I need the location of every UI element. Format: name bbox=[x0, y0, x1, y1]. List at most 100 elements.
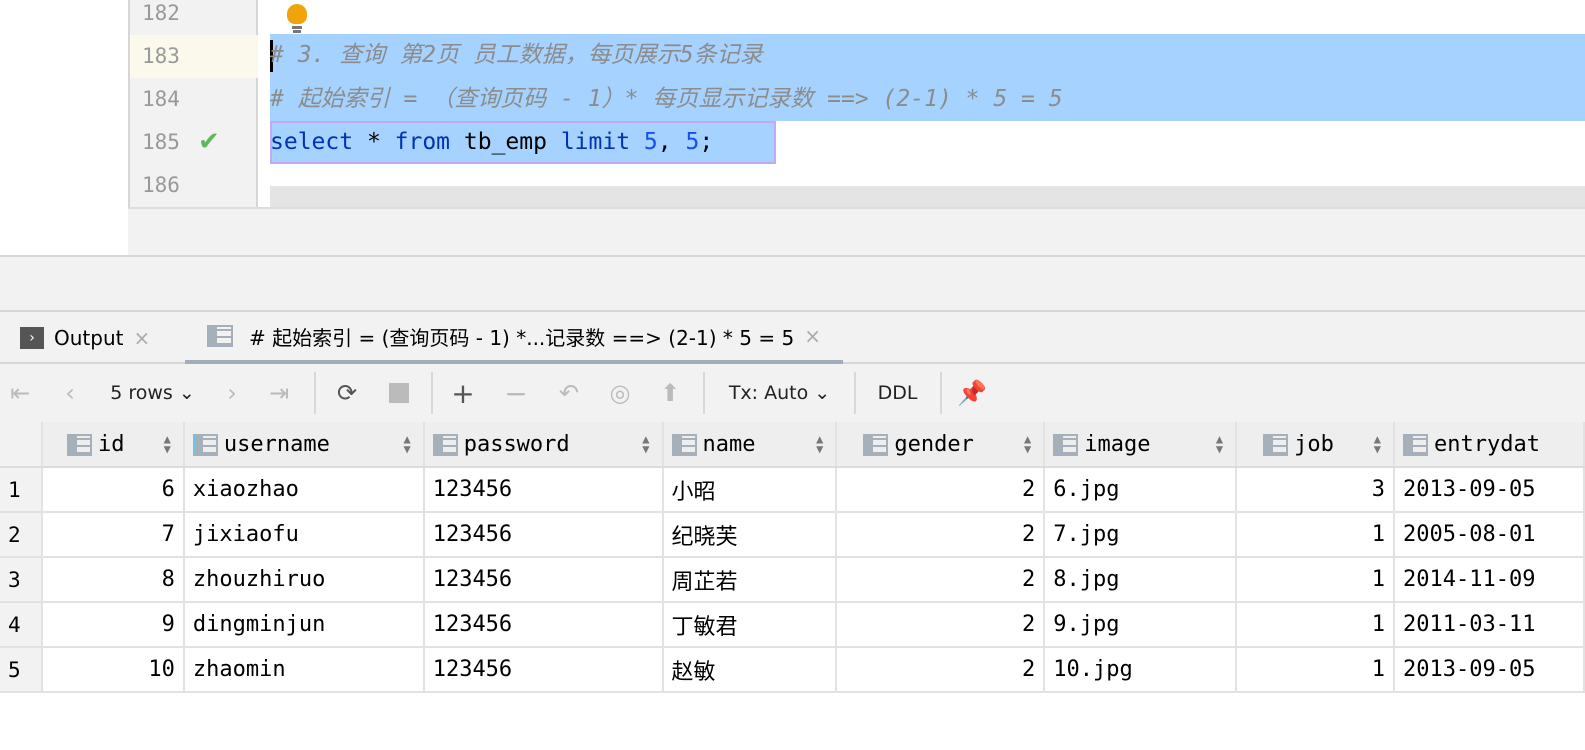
cell-name[interactable]: 纪晓芙 bbox=[662, 512, 838, 558]
cell-password[interactable]: 123456 bbox=[423, 557, 664, 603]
cell-image[interactable]: 8.jpg bbox=[1044, 557, 1238, 603]
rows-dropdown[interactable]: 5 rows ⌄ bbox=[105, 364, 200, 422]
cell-password[interactable]: 123456 bbox=[423, 512, 664, 558]
cell-gender[interactable]: 2 bbox=[836, 467, 1046, 513]
cell-job[interactable]: 1 bbox=[1236, 557, 1395, 603]
close-icon[interactable]: × bbox=[133, 326, 150, 350]
row-number[interactable]: 3 bbox=[0, 557, 43, 603]
cell-entrydate[interactable]: 2013-09-05 bbox=[1394, 647, 1585, 693]
cell-gender[interactable]: 2 bbox=[836, 647, 1046, 693]
cell-image[interactable]: 9.jpg bbox=[1044, 602, 1238, 648]
row-number[interactable]: 2 bbox=[0, 512, 43, 558]
close-icon[interactable]: × bbox=[804, 324, 821, 348]
sort-icon[interactable]: ▲ ▼ bbox=[403, 433, 410, 455]
cell-gender[interactable]: 2 bbox=[836, 557, 1046, 603]
next-page-icon[interactable]: › bbox=[218, 364, 246, 422]
cell-job[interactable]: 1 bbox=[1236, 647, 1395, 693]
cell-password[interactable]: 123456 bbox=[423, 467, 664, 513]
corner-cell bbox=[0, 422, 43, 468]
column-icon bbox=[863, 433, 889, 456]
table-row[interactable]: 5 10 zhaomin 123456 赵敏 2 10.jpg 1 2013-09-05 bbox=[0, 647, 1585, 693]
table-row[interactable]: 3 8 zhouzhiruo 123456 周芷若 2 8.jpg 1 2014-11-09 bbox=[0, 557, 1585, 603]
horizontal-scrollbar[interactable] bbox=[270, 186, 1585, 207]
tab-label: Output bbox=[54, 326, 124, 350]
lightbulb-icon[interactable] bbox=[287, 4, 307, 34]
cell-image[interactable]: 6.jpg bbox=[1044, 467, 1238, 513]
editor-bottom bbox=[128, 207, 1585, 255]
column-header-password[interactable]: password ▲ ▼ bbox=[423, 422, 664, 468]
column-header-name[interactable]: name ▲ ▼ bbox=[662, 422, 838, 468]
sort-icon[interactable]: ▲ ▼ bbox=[1024, 433, 1031, 455]
col-label: id bbox=[97, 431, 125, 457]
table-icon bbox=[207, 325, 233, 347]
last-page-icon[interactable]: ⇥ bbox=[265, 364, 293, 422]
refresh-icon[interactable]: ⟳ bbox=[332, 364, 362, 422]
tab-label: # 起始索引 = (查询页码 - 1) *...记录数 ==> (2-1) * … bbox=[249, 325, 795, 350]
sort-icon[interactable]: ▲ ▼ bbox=[642, 433, 649, 455]
cell-username[interactable]: xiaozhao bbox=[183, 467, 425, 513]
column-icon bbox=[192, 433, 218, 456]
row-number[interactable]: 5 bbox=[0, 647, 43, 693]
ddl-button[interactable]: DDL bbox=[870, 364, 925, 422]
cell-id[interactable]: 9 bbox=[41, 602, 185, 648]
table-row[interactable]: 2 7 jixiaofu 123456 纪晓芙 2 7.jpg 1 2005-08-01 bbox=[0, 512, 1585, 558]
column-header-username[interactable]: username ▲ ▼ bbox=[183, 422, 425, 468]
line-number: 182 bbox=[142, 1, 180, 25]
cell-job[interactable]: 1 bbox=[1236, 512, 1395, 558]
cell-entrydate[interactable]: 2014-11-09 bbox=[1394, 557, 1585, 603]
delete-row-icon[interactable]: − bbox=[502, 364, 530, 422]
column-header-job[interactable]: job ▲ ▼ bbox=[1236, 422, 1395, 468]
cell-gender[interactable]: 2 bbox=[836, 602, 1046, 648]
first-page-icon[interactable]: ⇤ bbox=[6, 364, 34, 422]
cell-username[interactable]: zhouzhiruo bbox=[183, 557, 425, 603]
cell-username[interactable]: zhaomin bbox=[183, 647, 425, 693]
line-number: 185 bbox=[142, 130, 180, 154]
cell-id[interactable]: 8 bbox=[41, 557, 185, 603]
cell-gender[interactable]: 2 bbox=[836, 512, 1046, 558]
cell-password[interactable]: 123456 bbox=[423, 647, 664, 693]
preview-icon[interactable]: ◎ bbox=[605, 364, 635, 422]
cell-image[interactable]: 10.jpg bbox=[1044, 647, 1238, 693]
kw: select bbox=[270, 129, 354, 155]
table-row[interactable]: 4 9 dingminjun 123456 丁敏君 2 9.jpg 1 2011-03-11 bbox=[0, 602, 1585, 648]
cell-name[interactable]: 小昭 bbox=[662, 467, 838, 513]
divider bbox=[940, 372, 942, 414]
tx-mode-dropdown[interactable]: Tx: Auto ⌄ bbox=[722, 364, 837, 422]
add-row-icon[interactable]: + bbox=[449, 364, 477, 422]
revert-icon[interactable]: ↶ bbox=[555, 364, 583, 422]
row-number[interactable]: 4 bbox=[0, 602, 43, 648]
num: 5 bbox=[643, 129, 658, 155]
cell-entrydate[interactable]: 2005-08-01 bbox=[1394, 512, 1585, 558]
sort-icon[interactable]: ▲ ▼ bbox=[164, 433, 171, 455]
tab-output[interactable]: › Output × bbox=[20, 312, 150, 364]
cell-name[interactable]: 周芷若 bbox=[662, 557, 838, 603]
cell-entrydate[interactable]: 2013-09-05 bbox=[1394, 467, 1585, 513]
cell-image[interactable]: 7.jpg bbox=[1044, 512, 1238, 558]
submit-icon[interactable]: ⬆ bbox=[656, 364, 684, 422]
console-icon: › bbox=[20, 327, 44, 349]
column-header-entrydate[interactable]: entrydat bbox=[1394, 422, 1585, 468]
pin-icon[interactable]: 📌 bbox=[955, 364, 989, 422]
cell-name[interactable]: 丁敏君 bbox=[662, 602, 838, 648]
cell-entrydate[interactable]: 2011-03-11 bbox=[1394, 602, 1585, 648]
row-number[interactable]: 1 bbox=[0, 467, 43, 513]
cell-id[interactable]: 6 bbox=[41, 467, 185, 513]
cell-id[interactable]: 7 bbox=[41, 512, 185, 558]
sort-icon[interactable]: ▲ ▼ bbox=[1374, 433, 1381, 455]
cell-job[interactable]: 1 bbox=[1236, 602, 1395, 648]
cell-job[interactable]: 3 bbox=[1236, 467, 1395, 513]
cell-id[interactable]: 10 bbox=[41, 647, 185, 693]
cell-name[interactable]: 赵敏 bbox=[662, 647, 838, 693]
column-header-image[interactable]: image ▲ ▼ bbox=[1044, 422, 1238, 468]
table-row[interactable]: 1 6 xiaozhao 123456 小昭 2 6.jpg 3 2013-09-05 bbox=[0, 467, 1585, 513]
stop-icon[interactable] bbox=[385, 364, 413, 422]
sort-icon[interactable]: ▲ ▼ bbox=[816, 433, 823, 455]
sort-icon[interactable]: ▲ ▼ bbox=[1216, 433, 1223, 455]
cell-username[interactable]: dingminjun bbox=[183, 602, 425, 648]
prev-page-icon[interactable]: ‹ bbox=[56, 364, 84, 422]
column-header-id[interactable]: id ▲ ▼ bbox=[41, 422, 185, 468]
column-header-gender[interactable]: gender ▲ ▼ bbox=[836, 422, 1046, 468]
cell-username[interactable]: jixiaofu bbox=[183, 512, 425, 558]
tab-result[interactable]: # 起始索引 = (查询页码 - 1) *...记录数 ==> (2-1) * … bbox=[185, 312, 843, 364]
cell-password[interactable]: 123456 bbox=[423, 602, 664, 648]
